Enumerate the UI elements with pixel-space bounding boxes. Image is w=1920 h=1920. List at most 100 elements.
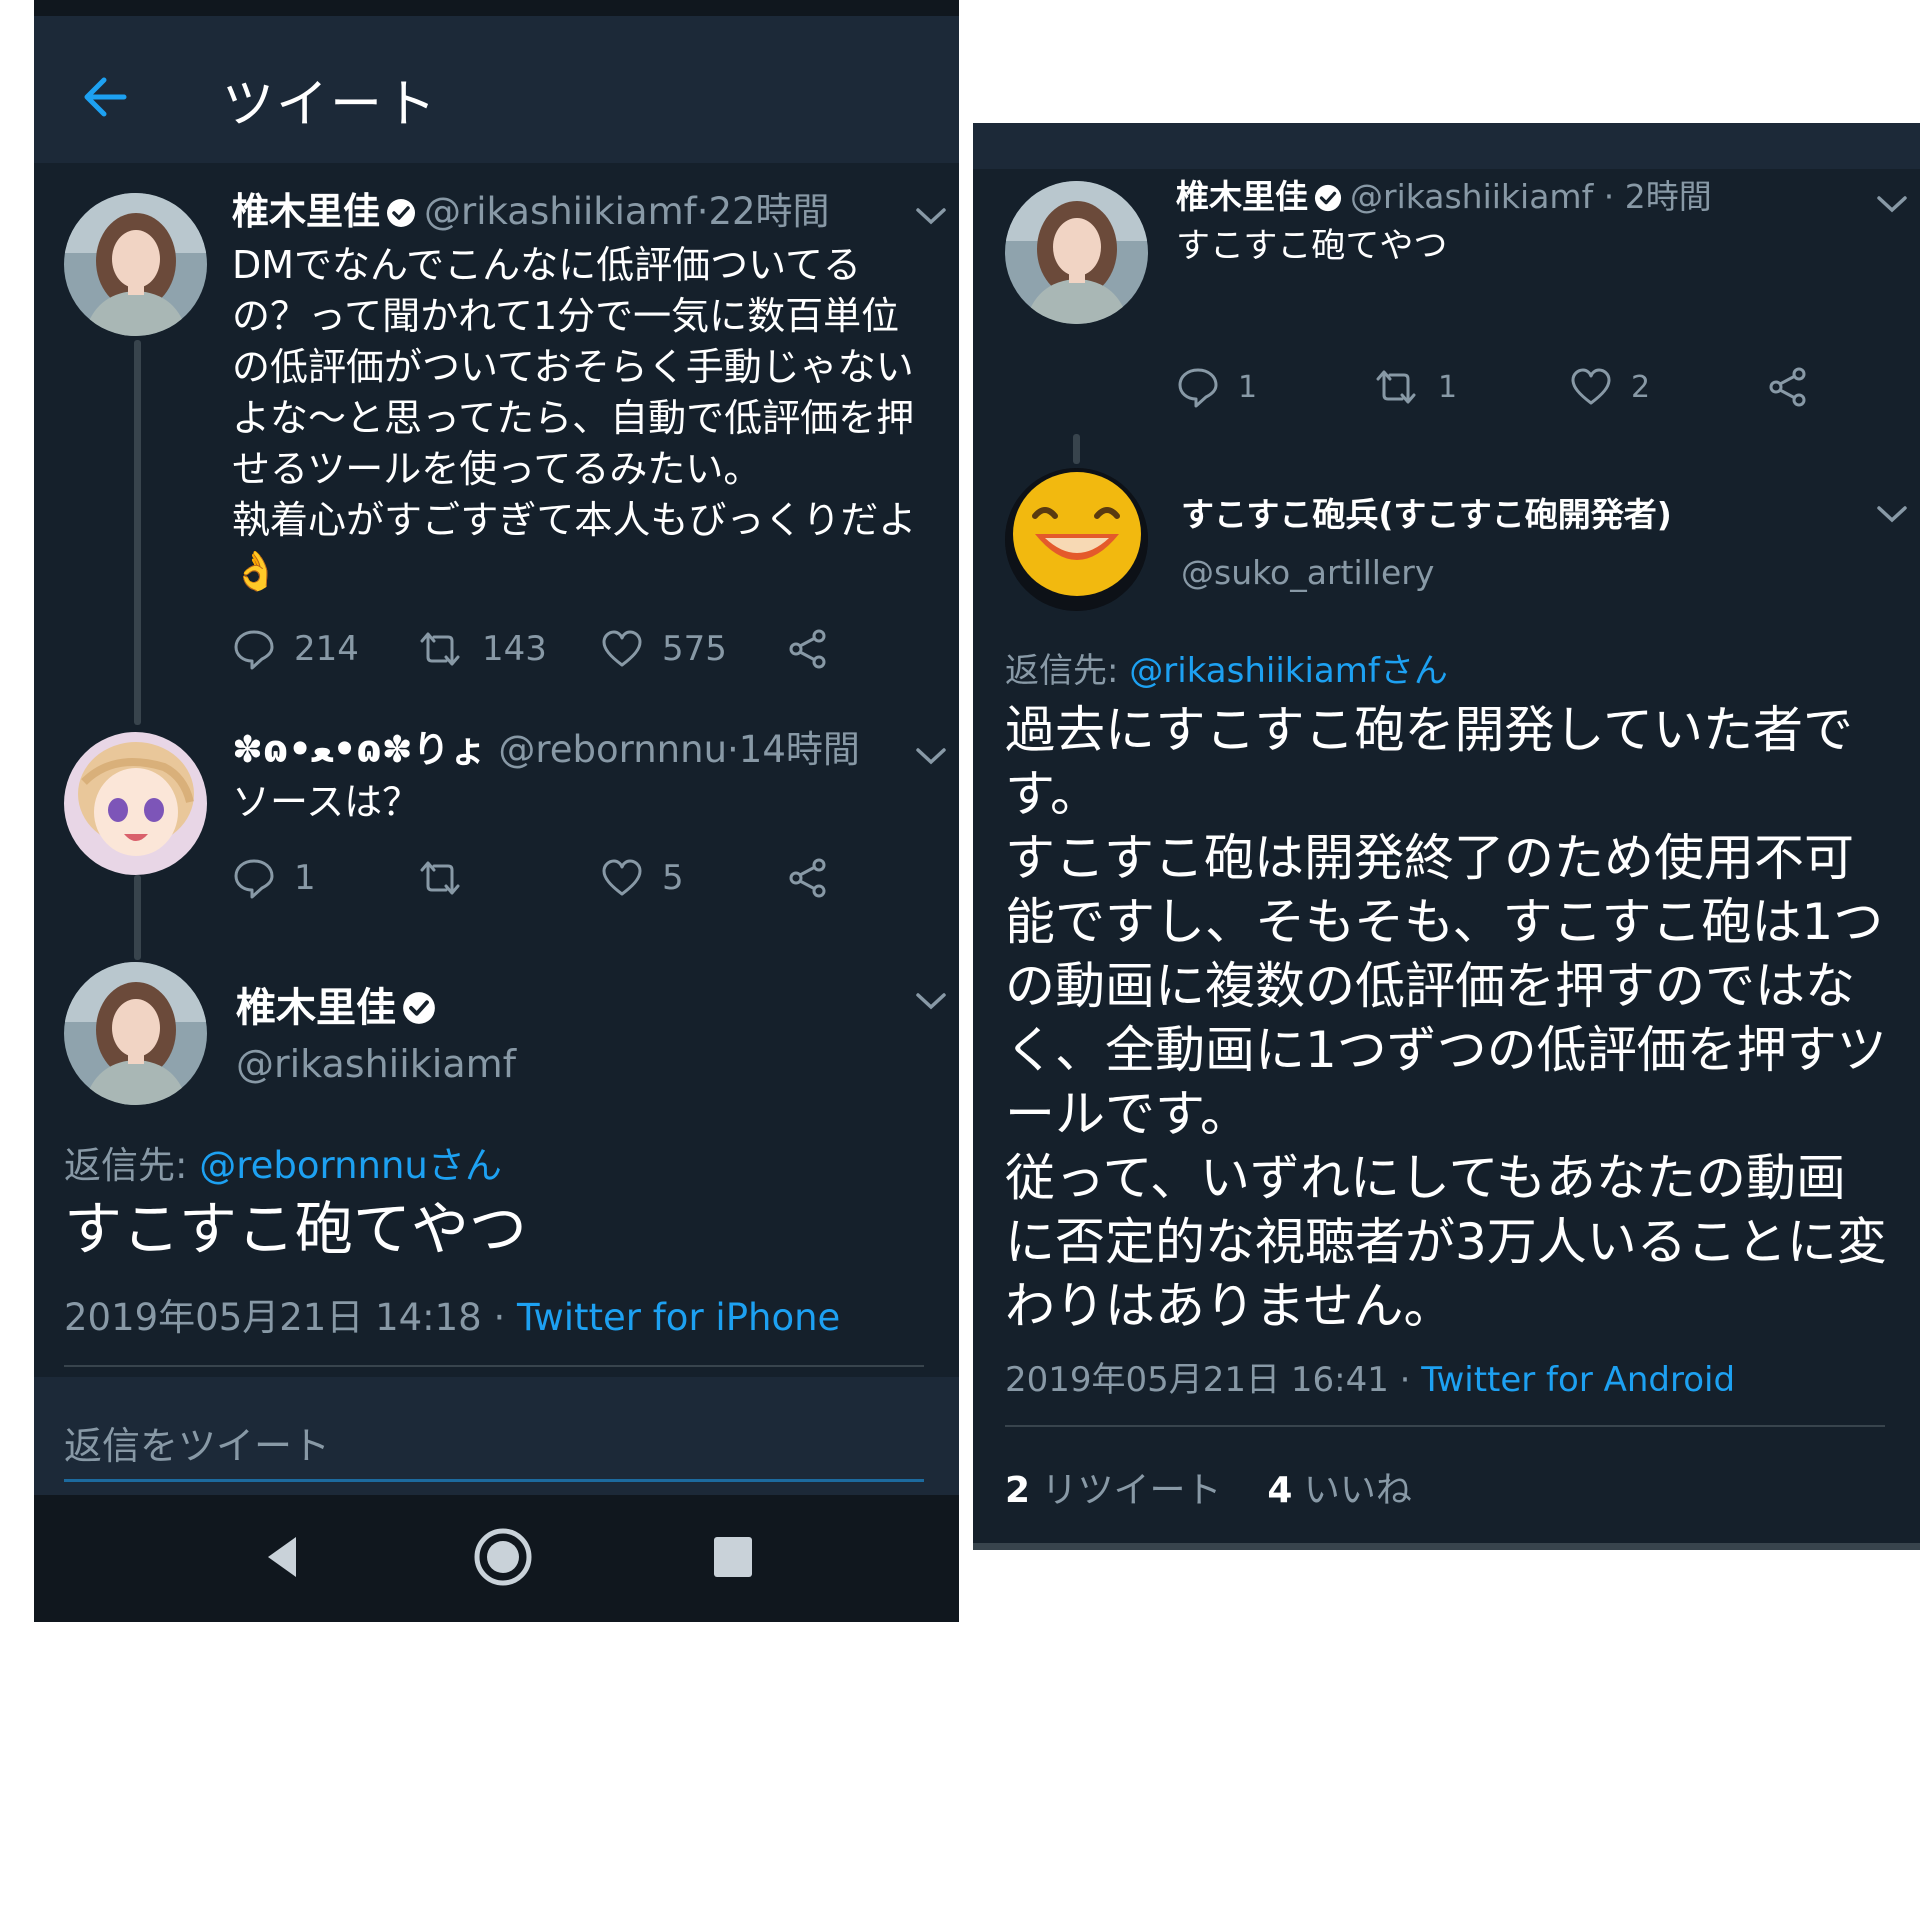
tweet-header: 椎木里佳 @rikashiikiamf·22時間 bbox=[232, 190, 830, 234]
tweet-text: DMでなんでこんなに低評価ついてる の？って聞かれて1分で一気に数百単位 の低評… bbox=[232, 243, 917, 593]
tweet-actions: 214 143 575 bbox=[232, 625, 932, 673]
share-icon bbox=[789, 629, 826, 669]
like-count: 5 bbox=[662, 858, 684, 898]
avatar[interactable] bbox=[64, 962, 207, 1105]
tweet-text: 過去にすこすこ砲を開発していた者で す。 すこすこ砲は開発終了のため使用不可 能… bbox=[1005, 701, 1887, 1335]
reply-input[interactable]: 返信をツイート bbox=[64, 1415, 330, 1470]
thread-line bbox=[134, 340, 141, 725]
reply-count: 214 bbox=[294, 629, 359, 669]
reply-bar[interactable]: 返信をツイート bbox=[34, 1377, 959, 1495]
reply-to-mention[interactable]: @rikashiikiamfさん bbox=[1129, 651, 1448, 691]
app-header: ツイート bbox=[34, 16, 959, 163]
like-button[interactable]: 5 bbox=[600, 854, 684, 902]
left-screenshot: ツイート 椎木里佳 @rikashiikiamf·22時間 DMでなんでこんなに低… bbox=[34, 0, 959, 1622]
nav-back-icon[interactable] bbox=[254, 1527, 314, 1587]
avatar[interactable] bbox=[1005, 468, 1148, 611]
reply-to: 返信先: @rikashiikiamfさん bbox=[1005, 643, 1448, 692]
reply-icon bbox=[234, 630, 274, 670]
retweets-count: 2 bbox=[1005, 1470, 1031, 1511]
reply-count: 1 bbox=[1238, 369, 1258, 405]
likes-stat[interactable]: 4 いいね bbox=[1267, 1470, 1412, 1511]
display-name[interactable]: 椎木里佳 bbox=[236, 975, 444, 1033]
separator-dot: · bbox=[696, 190, 709, 233]
tweet-date: 2019年05月21日 16:41 bbox=[1005, 1360, 1389, 1400]
tweet-client[interactable]: Twitter for iPhone bbox=[517, 1296, 840, 1339]
verified-badge-icon bbox=[1314, 184, 1342, 212]
likes-label: いいね bbox=[1303, 1470, 1412, 1511]
separator-dot: · bbox=[1603, 177, 1615, 216]
tweet-text: すこすこ砲てやつ bbox=[1176, 226, 1448, 266]
avatar[interactable] bbox=[64, 193, 207, 336]
retweet-button[interactable]: 143 bbox=[416, 625, 547, 673]
tweet-text: ソースは？ bbox=[232, 780, 421, 824]
tweet-client[interactable]: Twitter for Android bbox=[1421, 1360, 1735, 1400]
tweet-time[interactable]: 2時間 bbox=[1625, 177, 1712, 216]
share-icon bbox=[1769, 367, 1806, 407]
retweet-icon bbox=[1376, 370, 1416, 404]
tweet-date: 2019年05月21日 14:18 bbox=[64, 1296, 482, 1339]
retweet-button[interactable] bbox=[416, 854, 482, 902]
chevron-down-icon[interactable] bbox=[914, 205, 948, 227]
tweet-actions: 1 1 2 bbox=[1176, 363, 1876, 411]
display-name[interactable]: ✽ɷ•ﻌ•ɷ✽りょ bbox=[232, 728, 487, 771]
avatar[interactable] bbox=[64, 732, 207, 875]
chevron-down-icon[interactable] bbox=[1875, 503, 1909, 525]
reply-to-mention[interactable]: @rebornnnuさん bbox=[199, 1144, 502, 1187]
share-button[interactable] bbox=[1766, 363, 1810, 411]
verified-badge-icon bbox=[387, 199, 415, 227]
reply-icon bbox=[234, 859, 274, 899]
separator-dot: · bbox=[493, 1296, 506, 1339]
retweet-count: 143 bbox=[482, 629, 547, 669]
tweet-header: ✽ɷ•ﻌ•ɷ✽りょ @rebornnnu·14時間 bbox=[232, 728, 860, 772]
reply-count: 1 bbox=[294, 858, 316, 898]
tweet-time[interactable]: 14時間 bbox=[739, 728, 860, 771]
reply-button[interactable]: 1 bbox=[1176, 363, 1257, 411]
user-handle[interactable]: @suko_artillery bbox=[1181, 553, 1434, 592]
retweet-icon bbox=[420, 632, 460, 666]
user-handle[interactable]: @rikashiikiamf bbox=[236, 1042, 516, 1086]
likes-count: 4 bbox=[1267, 1470, 1293, 1511]
retweets-stat[interactable]: 2 リツイート bbox=[1005, 1470, 1222, 1511]
display-name[interactable]: 椎木里佳 bbox=[232, 190, 380, 233]
back-arrow-icon[interactable] bbox=[80, 72, 130, 122]
user-handle[interactable]: @rikashiikiamf bbox=[424, 190, 697, 233]
user-handle[interactable]: @rikashiikiamf bbox=[1350, 177, 1593, 216]
nav-home-icon[interactable] bbox=[471, 1527, 535, 1591]
right-screenshot: 椎木里佳 @rikashiikiamf · 2時間 すこすこ砲てやつ 1 1 2 bbox=[973, 123, 1920, 1550]
reply-to-label: 返信先: bbox=[1005, 651, 1119, 691]
chevron-down-icon[interactable] bbox=[914, 990, 948, 1012]
share-button[interactable] bbox=[786, 625, 830, 673]
tweet-header: 椎木里佳 @rikashiikiamf · 2時間 bbox=[1176, 175, 1712, 219]
reply-button[interactable]: 1 bbox=[232, 854, 316, 902]
app-header bbox=[973, 123, 1920, 169]
status-bar bbox=[34, 0, 959, 16]
reply-input-underline bbox=[64, 1479, 924, 1482]
reply-icon bbox=[1178, 368, 1218, 408]
separator-dot: · bbox=[727, 728, 739, 771]
retweet-icon bbox=[420, 861, 460, 895]
retweet-button[interactable]: 1 bbox=[1372, 363, 1457, 411]
divider bbox=[64, 1365, 924, 1367]
reply-to-label: 返信先: bbox=[64, 1144, 188, 1187]
display-name[interactable]: すこすこ砲兵(すこすこ砲開発者) bbox=[1181, 488, 1672, 536]
like-button[interactable]: 575 bbox=[600, 625, 727, 673]
chevron-down-icon[interactable] bbox=[1875, 193, 1909, 215]
chevron-down-icon[interactable] bbox=[914, 745, 948, 767]
heart-icon bbox=[1571, 368, 1611, 405]
display-name[interactable]: 椎木里佳 bbox=[1176, 177, 1308, 216]
user-handle[interactable]: @rebornnnu bbox=[498, 728, 727, 771]
share-button[interactable] bbox=[786, 854, 830, 902]
display-name-text: 椎木里佳 bbox=[236, 985, 396, 1031]
nav-recents-icon[interactable] bbox=[702, 1527, 762, 1587]
android-nav-bar bbox=[34, 1495, 959, 1622]
separator-dot: · bbox=[1399, 1360, 1411, 1400]
avatar[interactable] bbox=[1005, 181, 1148, 324]
like-count: 2 bbox=[1631, 369, 1651, 405]
like-button[interactable]: 2 bbox=[1569, 363, 1650, 411]
thread-line bbox=[1073, 434, 1080, 464]
tweet-meta: 2019年05月21日 14:18 · Twitter for iPhone bbox=[64, 1287, 840, 1341]
tweet-time[interactable]: 22時間 bbox=[708, 190, 829, 233]
like-count: 575 bbox=[662, 629, 727, 669]
reply-button[interactable]: 214 bbox=[232, 625, 359, 673]
heart-icon bbox=[602, 859, 642, 896]
